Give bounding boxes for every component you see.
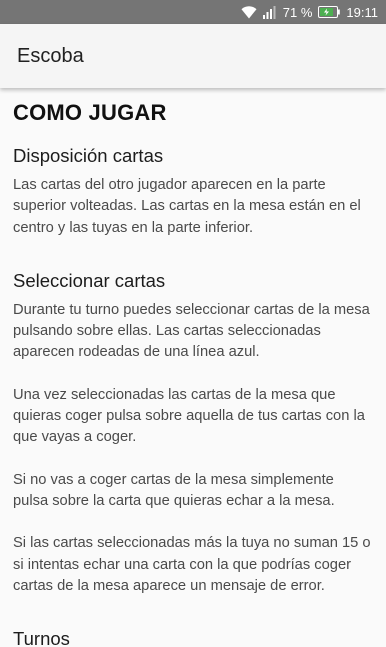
wifi-icon (241, 5, 257, 19)
app-title: Escoba (17, 44, 84, 67)
page-heading: COMO JUGAR (13, 100, 167, 125)
app-toolbar: Escoba (0, 24, 386, 88)
section-paragraph: Durante tu turno puedes seleccionar cart… (13, 301, 370, 361)
how-to-play-content[interactable]: COMO JUGAR Disposición cartas Las cartas… (0, 88, 386, 647)
clock: 19:11 (346, 4, 378, 20)
section-paragraph: Si no vas a coger cartas de la mesa simp… (13, 471, 335, 509)
status-bar: 71 % 19:11 (0, 0, 386, 24)
battery-charging-icon (318, 6, 341, 18)
section-title-disposicion: Disposición cartas (13, 145, 164, 166)
section-paragraph: Las cartas del otro jugador aparecen en … (13, 177, 361, 236)
section-paragraph: Una vez seleccionadas las cartas de la m… (13, 386, 365, 446)
signal-icon (262, 5, 277, 19)
section-title-turnos: Turnos (13, 628, 70, 647)
battery-percent: 71 % (282, 4, 313, 20)
section-title-seleccionar: Seleccionar cartas (13, 269, 166, 291)
section-paragraph: Si las cartas seleccionadas más la tuya … (13, 535, 371, 594)
